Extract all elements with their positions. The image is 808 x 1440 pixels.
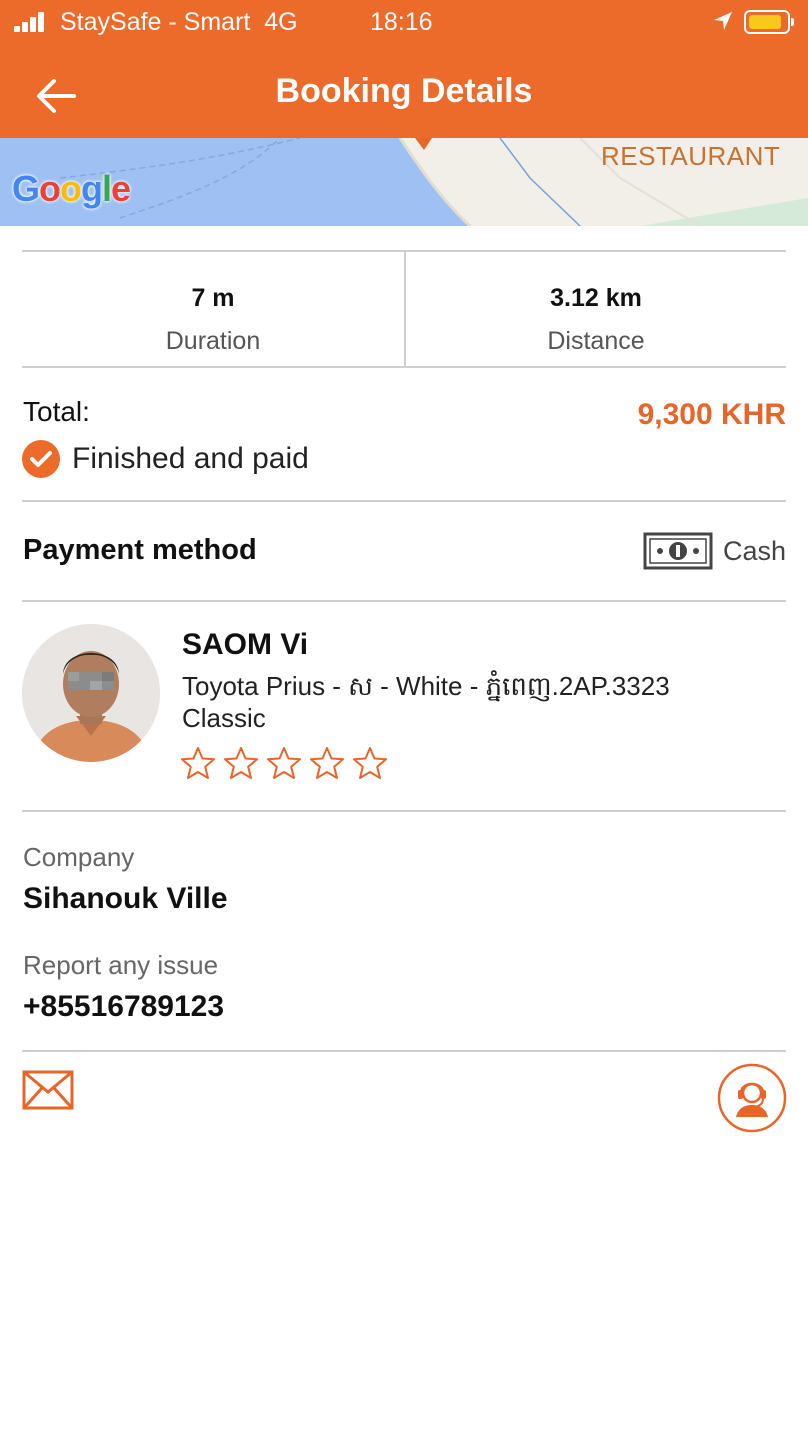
- distance-stat: 3.12 km Distance: [405, 284, 787, 356]
- duration-value: 7 m: [191, 284, 235, 312]
- star-outline-icon[interactable]: [180, 746, 216, 780]
- mail-icon[interactable]: [22, 1070, 74, 1110]
- status-time: 18:16: [370, 8, 433, 36]
- status-text: Finished and paid: [72, 442, 309, 475]
- payment-method-value: Cash: [643, 532, 786, 570]
- divider: [22, 600, 786, 602]
- status-bar: StaySafe - Smart 4G 18:16: [0, 0, 808, 46]
- top-bar: StaySafe - Smart 4G 18:16 Booking Detail…: [0, 0, 808, 138]
- star-outline-icon[interactable]: [223, 746, 259, 780]
- report-issue-label: Report any issue: [23, 950, 219, 980]
- route-map[interactable]: Google RESTAURANT: [0, 138, 808, 226]
- rating-stars[interactable]: [180, 746, 388, 780]
- star-outline-icon[interactable]: [309, 746, 345, 780]
- total-amount: 9,300 KHR: [637, 398, 786, 431]
- support-agent-icon[interactable]: [717, 1063, 787, 1133]
- star-outline-icon[interactable]: [266, 746, 302, 780]
- payment-status: Finished and paid: [22, 440, 309, 478]
- location-arrow-icon: [714, 12, 732, 30]
- company-value: Sihanouk Ville: [23, 882, 228, 915]
- network-label: 4G: [264, 8, 298, 36]
- page-title: Booking Details: [275, 72, 533, 110]
- carrier-label: StaySafe - Smart 4G: [60, 8, 298, 36]
- star-outline-icon[interactable]: [352, 746, 388, 780]
- duration-stat: 7 m Duration: [22, 284, 404, 356]
- battery-icon: [744, 10, 794, 34]
- total-label: Total:: [23, 396, 90, 427]
- driver-class: Classic: [182, 703, 266, 733]
- duration-label: Duration: [165, 327, 261, 355]
- payment-method-text: Cash: [722, 535, 786, 566]
- company-label: Company: [23, 842, 135, 872]
- divider: [22, 1050, 786, 1052]
- signal-icon: [14, 12, 52, 32]
- divider: [22, 810, 786, 812]
- divider: [22, 500, 786, 502]
- cash-icon: [643, 532, 713, 570]
- driver-avatar: [22, 624, 160, 762]
- driver-name: SAOM Vi: [182, 628, 309, 661]
- distance-value: 3.12 km: [550, 284, 642, 312]
- check-circle-icon: [22, 440, 60, 478]
- map-poi-label: RESTAURANT: [601, 141, 781, 171]
- payment-method-label: Payment method: [23, 534, 257, 566]
- google-logo: Google: [12, 168, 131, 209]
- distance-label: Distance: [547, 327, 645, 355]
- report-phone[interactable]: +85516789123: [23, 990, 224, 1024]
- divider: [22, 366, 786, 368]
